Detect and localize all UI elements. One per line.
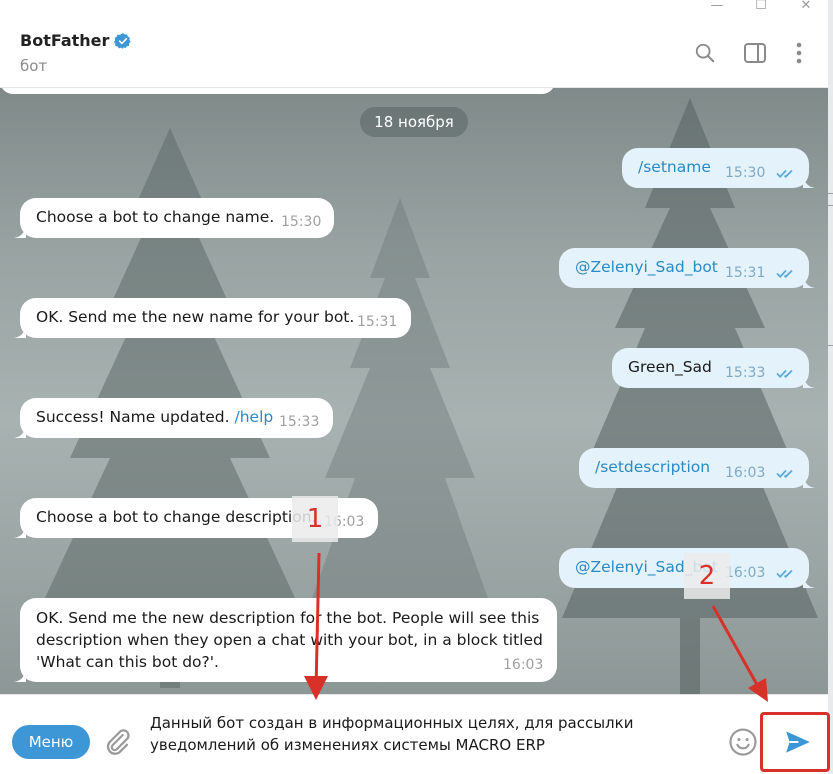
search-icon[interactable] <box>690 38 720 68</box>
mention-link[interactable]: @Zelenyi_Sad_bot <box>575 558 718 576</box>
attach-icon[interactable] <box>102 727 132 757</box>
read-check-icon <box>776 569 793 578</box>
message-line: 'What can this bot do?'. <box>36 653 219 671</box>
bot-menu-button[interactable]: Меню <box>12 725 90 759</box>
message-input[interactable]: Данный бот создан в информационных целях… <box>150 712 710 756</box>
message-outgoing[interactable]: @Zelenyi_Sad_bot 16:03 <box>559 548 815 588</box>
minimize-button[interactable]: — <box>700 0 734 16</box>
help-command-link[interactable]: /help <box>235 408 274 426</box>
read-check-icon <box>776 469 793 478</box>
message-incoming[interactable]: OK. Send me the new name for your bot. 1… <box>14 298 411 338</box>
message-time: 15:31 <box>357 314 398 330</box>
read-check-icon <box>776 169 793 178</box>
message-time: 15:30 <box>281 214 322 230</box>
date-separator: 18 ноября <box>360 107 468 137</box>
message-text: Green_Sad <box>628 358 712 376</box>
message-text-body: Success! Name updated. <box>36 408 230 426</box>
chat-header[interactable]: BotFather бот <box>0 18 828 88</box>
message-incoming[interactable]: OK. Send me the new description for the … <box>14 598 557 682</box>
message-composer: Меню Данный бот создан в информационных … <box>0 694 828 774</box>
message-text: Success! Name updated. /help <box>36 408 273 426</box>
chat-subtitle: бот <box>20 57 48 75</box>
message-outgoing[interactable]: /setdescription 16:03 <box>579 448 815 488</box>
read-check-icon <box>776 369 793 378</box>
message-time: 16:03 <box>725 565 766 581</box>
message-time: 15:33 <box>725 365 766 381</box>
message-text: Choose a bot to change name. <box>36 208 275 226</box>
read-check-icon <box>776 269 793 278</box>
message-time: 16:03 <box>725 465 766 481</box>
message-text: Choose a bot to change description. <box>36 508 317 526</box>
message-line: description when they open a chat with y… <box>36 631 543 649</box>
message-incoming[interactable]: Choose a bot to change description. 16:0… <box>14 498 378 538</box>
message-text: OK. Send me the new description for the … <box>36 607 543 673</box>
emoji-icon[interactable] <box>728 727 758 757</box>
command-link[interactable]: /setdescription <box>595 458 710 476</box>
input-line: Данный бот создан в информационных целях… <box>150 714 634 732</box>
window-edge <box>828 0 833 774</box>
message-outgoing[interactable]: Green_Sad 15:33 <box>612 348 815 388</box>
verified-badge-icon <box>114 32 131 49</box>
message-line: OK. Send me the new description for the … <box>36 609 540 627</box>
mention-link[interactable]: @Zelenyi_Sad_bot <box>575 258 718 276</box>
message-outgoing[interactable]: /setname 15:30 <box>622 148 815 188</box>
command-link[interactable]: /setname <box>638 158 711 176</box>
chat-title: BotFather <box>20 31 132 50</box>
close-window-button[interactable]: ✕ <box>789 0 823 16</box>
message-outgoing[interactable]: @Zelenyi_Sad_bot 15:31 <box>559 248 815 288</box>
input-line: уведомлений об изменениях системы MACRO … <box>150 736 545 754</box>
sidebar-toggle-icon[interactable] <box>740 38 770 68</box>
message-text: OK. Send me the new name for your bot. <box>36 308 355 326</box>
message-incoming[interactable]: Choose a bot to change name. 15:30 <box>14 198 334 238</box>
window-titlebar: — ☐ ✕ <box>0 0 833 18</box>
message-time: 15:30 <box>725 165 766 181</box>
message-time: 16:03 <box>324 514 365 530</box>
chat-name: BotFather <box>20 31 110 50</box>
message-previous <box>0 88 555 94</box>
message-incoming[interactable]: Success! Name updated. /help 15:33 <box>14 398 333 438</box>
send-icon[interactable] <box>782 727 814 757</box>
chat-area[interactable]: 18 ноября /setname 15:30 Choose a bot to… <box>0 88 828 694</box>
more-options-icon[interactable] <box>784 38 814 68</box>
message-time: 15:33 <box>279 414 320 430</box>
maximize-button[interactable]: ☐ <box>744 0 778 16</box>
message-time: 16:03 <box>503 657 544 673</box>
message-time: 15:31 <box>725 265 766 281</box>
